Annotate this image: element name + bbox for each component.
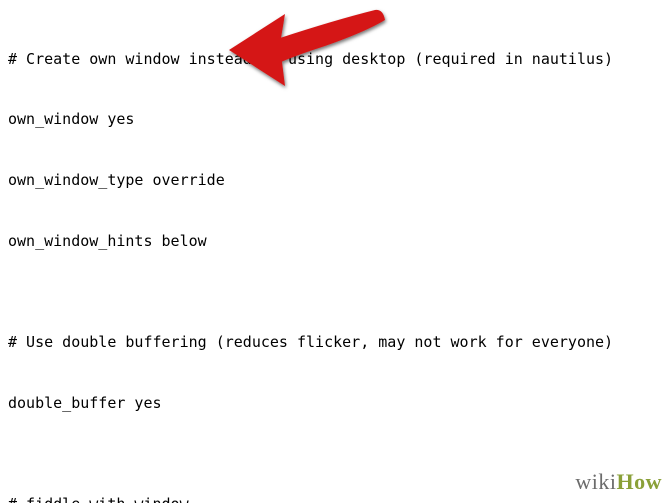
watermark-how: How	[617, 469, 663, 494]
text-line: own_window_hints below	[8, 231, 660, 251]
watermark: wikiHow	[575, 467, 662, 497]
text-line: # Use double buffering (reduces flicker,…	[8, 332, 660, 352]
config-text-block: # Create own window instead of using des…	[0, 0, 670, 503]
text-line: # Create own window instead of using des…	[8, 49, 660, 69]
watermark-wiki: wiki	[575, 469, 616, 494]
text-line: # fiddle with window	[8, 494, 660, 503]
text-line: own_window_type override	[8, 170, 660, 190]
text-line: own_window yes	[8, 109, 660, 129]
text-line: double_buffer yes	[8, 393, 660, 413]
